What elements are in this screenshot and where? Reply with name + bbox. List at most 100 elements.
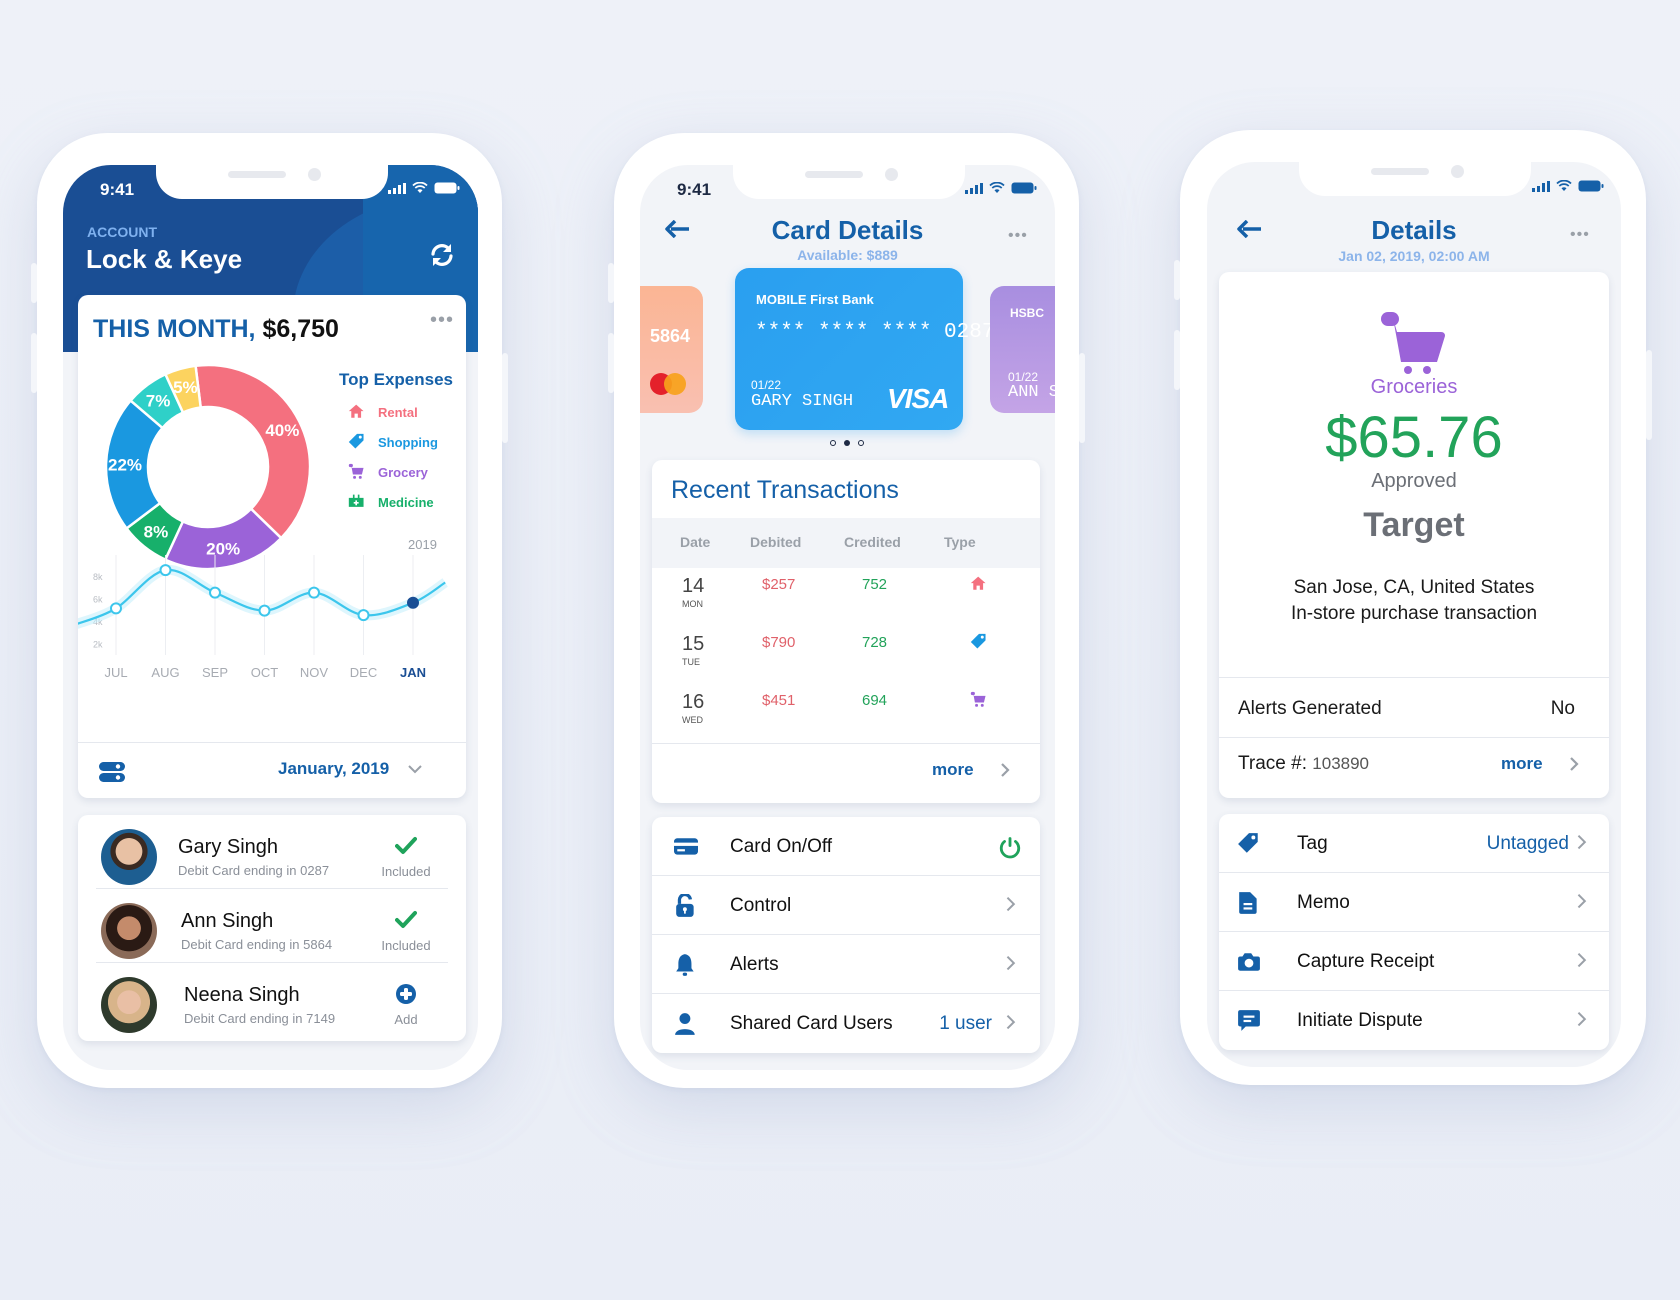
legend-title: Top Expenses	[339, 370, 453, 389]
unlock-icon	[676, 892, 694, 917]
check-icon	[395, 911, 417, 928]
transaction-status: Approved	[1371, 470, 1457, 492]
side-button	[31, 333, 37, 393]
more-options-button[interactable]: •••	[1570, 226, 1590, 244]
card-hsbc[interactable]: HSBC 01/22 ANN S	[990, 286, 1055, 413]
included-status: Included	[374, 835, 438, 879]
data-point-nov[interactable]	[308, 586, 320, 599]
menu-item-card-on-off[interactable]: Card On/Off	[652, 817, 1040, 876]
transaction-type: In-store purchase transaction	[1290, 603, 1538, 624]
menu-item-alerts[interactable]: Alerts	[652, 935, 1040, 994]
menu-chevron[interactable]	[1002, 895, 1022, 920]
transaction-row[interactable]: 16 WED $451 694	[652, 691, 1040, 749]
user-name: Gary Singh	[178, 836, 279, 858]
data-point-oct[interactable]	[258, 604, 271, 617]
wifi-icon	[412, 182, 428, 193]
data-point-jul[interactable]	[110, 602, 122, 615]
shared-user-row[interactable]: Gary Singh Debit Card ending in 0287 Inclu…	[78, 815, 466, 889]
carousel-dot[interactable]	[858, 440, 864, 446]
column-header-credited[interactable]: Credited	[844, 534, 901, 550]
more-label: more	[932, 760, 974, 779]
add-user-button[interactable]: Add	[374, 983, 438, 1027]
more-transactions-link[interactable]: more	[932, 760, 1010, 780]
menu-item-initiate-dispute[interactable]: Initiate Dispute	[1219, 991, 1609, 1050]
menu-item-control[interactable]: Control	[652, 876, 1040, 935]
visa-logo-icon: VISA	[887, 383, 949, 414]
menu-chevron[interactable]	[1573, 951, 1593, 976]
menu-item-shared-card-users[interactable]: Shared Card Users 1 user	[652, 994, 1040, 1053]
section-title: Recent Transactions	[671, 476, 899, 504]
signal-icon	[388, 182, 406, 194]
card-bank-name: HSBC	[1010, 306, 1045, 320]
data-point-sep[interactable]	[209, 586, 221, 599]
chevron-right-icon	[1000, 763, 1010, 777]
x-tick-label-oct: OCT	[251, 665, 279, 680]
chevron-right-icon	[1569, 757, 1579, 771]
menu-item-capture-receipt[interactable]: Capture Receipt	[1219, 932, 1609, 991]
shared-user-row[interactable]: Neena Singh Debit Card ending in 7149 Add	[78, 963, 466, 1037]
chevron-right-icon	[1577, 952, 1587, 967]
refresh-button[interactable]	[429, 242, 455, 273]
transaction-type	[970, 633, 988, 656]
card-settings-menu: Card On/Off Control Alerts Shared Card User…	[652, 817, 1040, 1053]
credited-amount: 752	[862, 576, 888, 593]
menu-item-tag[interactable]: Tag Untagged	[1219, 814, 1609, 873]
data-point-jan[interactable]	[407, 596, 419, 609]
transaction-weekday: MON	[682, 599, 703, 609]
tag-icon	[970, 633, 986, 649]
battery-icon	[1011, 182, 1037, 194]
menu-chevron[interactable]	[1573, 833, 1593, 858]
menu-item-memo[interactable]: Memo	[1219, 873, 1609, 932]
wifi-icon	[1556, 180, 1572, 191]
toggle-view-button[interactable]	[98, 761, 126, 788]
menu-label: Alerts	[730, 953, 779, 975]
donut-slice-label: 40%	[265, 421, 299, 440]
status-time: 9:41	[677, 180, 712, 199]
trace-more-link[interactable]: more	[1501, 754, 1579, 774]
spending-line-chart: 20192k4k6k8kJUL AUG SEP OCT NOV DEC JAN	[78, 537, 448, 680]
menu-icon	[1237, 1009, 1261, 1038]
menu-chevron[interactable]	[1573, 892, 1593, 917]
card-mastercard-5864[interactable]: 5864	[640, 286, 703, 413]
more-options-button[interactable]: •••	[430, 309, 454, 332]
transaction-weekday: TUE	[682, 657, 700, 667]
carousel-dot[interactable]	[830, 440, 836, 446]
column-header-type[interactable]: Type	[944, 534, 976, 550]
transaction-row[interactable]: 15 TUE $790 728	[652, 633, 1040, 691]
menu-chevron[interactable]	[1002, 1013, 1022, 1038]
card-expiry: 01/22	[751, 378, 782, 392]
more-options-button[interactable]: •••	[1008, 227, 1028, 245]
line-glow	[78, 565, 448, 629]
recent-transactions-card: Recent Transactions Date Debited Credited T…	[652, 460, 1040, 803]
transaction-day: 14	[682, 575, 705, 597]
mastercard-logo-icon	[650, 373, 690, 395]
carousel-dot[interactable]	[844, 440, 850, 446]
card-power-toggle[interactable]	[998, 836, 1022, 865]
plus-circle-icon	[396, 984, 416, 1004]
menu-chevron[interactable]	[1002, 954, 1022, 979]
status-label: Included	[381, 864, 431, 879]
data-point-aug[interactable]	[159, 564, 172, 577]
month-selector[interactable]: January, 2019	[278, 759, 423, 779]
legend-label: Shopping	[378, 434, 438, 450]
medical-kit-icon	[348, 494, 364, 507]
month-amount: $6,750	[262, 315, 339, 343]
column-header-debited[interactable]: Debited	[750, 534, 801, 550]
menu-chevron[interactable]	[1573, 1010, 1593, 1035]
menu-label: Control	[730, 894, 792, 916]
shared-user-row[interactable]: Ann Singh Debit Card ending in 5864 Includ…	[78, 889, 466, 963]
credited-amount: 694	[862, 692, 888, 709]
transaction-row[interactable]: 14 MON $257 752	[652, 575, 1040, 633]
menu-icon	[1237, 950, 1261, 979]
tag-icon	[348, 433, 364, 449]
user-icon	[675, 1012, 695, 1035]
column-header-date[interactable]: Date	[680, 534, 710, 550]
month-selector-value: January, 2019	[278, 759, 390, 778]
card-visa-0287[interactable]: MOBILE First Bank **** **** **** 0287 01…	[735, 268, 994, 430]
merchant-location: San Jose, CA, United States	[1293, 577, 1535, 598]
data-point-dec[interactable]	[357, 609, 370, 622]
transaction-type	[970, 691, 988, 714]
debited-amount: $451	[762, 692, 796, 709]
card-number-suffix: 5864	[650, 326, 691, 346]
page-title: Card Details	[771, 215, 924, 245]
